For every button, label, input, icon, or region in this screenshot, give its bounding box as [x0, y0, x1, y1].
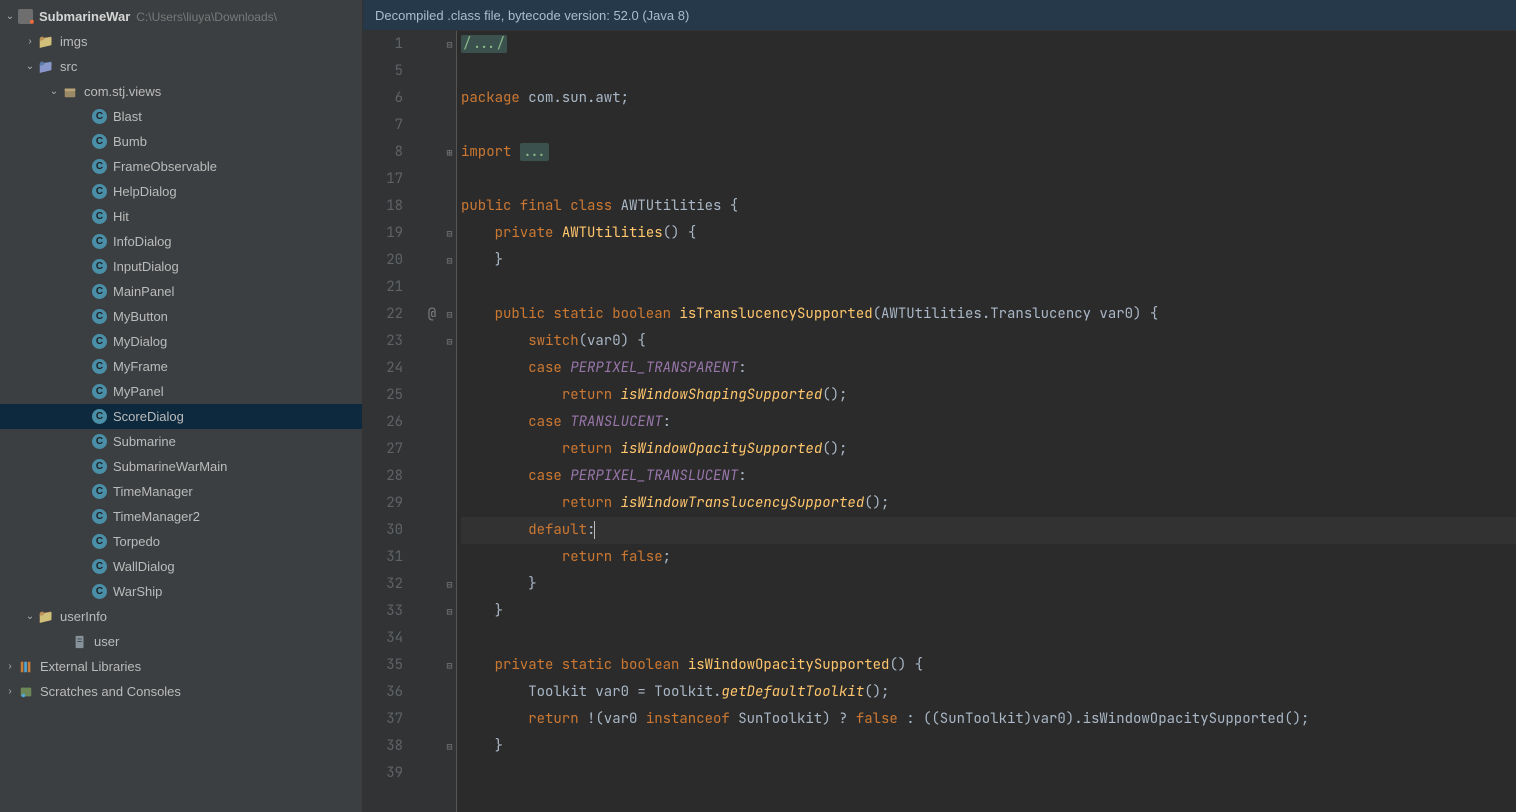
class-icon: C: [92, 434, 107, 449]
tree-package[interactable]: ⌄ com.stj.views: [0, 79, 362, 104]
library-icon: [18, 659, 34, 675]
class-icon: C: [92, 384, 107, 399]
tree-folder-src[interactable]: ⌄ src: [0, 54, 362, 79]
tree-class-timemanager[interactable]: C TimeManager: [0, 479, 362, 504]
chevron-right-icon[interactable]: ›: [24, 36, 36, 47]
editor-pane: Decompiled .class file, bytecode version…: [363, 0, 1516, 812]
class-label: Torpedo: [113, 534, 160, 549]
tree-class-mybutton[interactable]: C MyButton: [0, 304, 362, 329]
tree-class-scoredialog[interactable]: C ScoreDialog: [0, 404, 362, 429]
class-icon: C: [92, 359, 107, 374]
tree-scratches[interactable]: › Scratches and Consoles: [0, 679, 362, 704]
class-label: TimeManager: [113, 484, 193, 499]
class-label: SubmarineWarMain: [113, 459, 227, 474]
class-icon: C: [92, 484, 107, 499]
class-icon: C: [92, 134, 107, 149]
tree-class-warship[interactable]: C WarShip: [0, 579, 362, 604]
class-label: InfoDialog: [113, 234, 172, 249]
project-icon: [18, 9, 33, 24]
class-label: Bumb: [113, 134, 147, 149]
tree-folder-userinfo[interactable]: ⌄ userInfo: [0, 604, 362, 629]
class-label: WallDialog: [113, 559, 175, 574]
class-label: InputDialog: [113, 259, 179, 274]
tree-class-mypanel[interactable]: C MyPanel: [0, 379, 362, 404]
tree-class-walldialog[interactable]: C WallDialog: [0, 554, 362, 579]
tree-class-myframe[interactable]: C MyFrame: [0, 354, 362, 379]
code-content[interactable]: /.../ package com.sun.awt; import ... pu…: [457, 31, 1516, 812]
class-icon: C: [92, 409, 107, 424]
class-icon: C: [92, 334, 107, 349]
gutter-marks[interactable]: @: [421, 31, 443, 812]
class-label: Blast: [113, 109, 142, 124]
chevron-down-icon[interactable]: ⌄: [24, 611, 36, 622]
tree-file-user[interactable]: user: [0, 629, 362, 654]
package-icon: [62, 84, 78, 100]
file-icon: [72, 634, 88, 650]
tree-class-torpedo[interactable]: C Torpedo: [0, 529, 362, 554]
code-editor[interactable]: 1567817181920212223242526272829303132333…: [363, 31, 1516, 812]
class-label: FrameObservable: [113, 159, 217, 174]
class-icon: C: [92, 559, 107, 574]
tree-class-infodialog[interactable]: C InfoDialog: [0, 229, 362, 254]
class-label: HelpDialog: [113, 184, 177, 199]
chevron-right-icon[interactable]: ›: [4, 686, 16, 697]
class-icon: C: [92, 259, 107, 274]
project-root[interactable]: ⌄ SubmarineWar C:\Users\liuya\Downloads\: [0, 4, 362, 29]
class-label: MyPanel: [113, 384, 164, 399]
tree-class-mainpanel[interactable]: C MainPanel: [0, 279, 362, 304]
chevron-down-icon[interactable]: ⌄: [48, 86, 60, 97]
tree-class-frameobservable[interactable]: C FrameObservable: [0, 154, 362, 179]
class-label: MyFrame: [113, 359, 168, 374]
class-label: MainPanel: [113, 284, 174, 299]
class-icon: C: [92, 159, 107, 174]
class-icon: C: [92, 209, 107, 224]
class-label: WarShip: [113, 584, 162, 599]
chevron-right-icon[interactable]: ›: [4, 661, 16, 672]
class-icon: C: [92, 509, 107, 524]
project-path: C:\Users\liuya\Downloads\: [136, 10, 277, 24]
folder-icon: [38, 609, 54, 625]
class-label: ScoreDialog: [113, 409, 184, 424]
tree-class-submarine[interactable]: C Submarine: [0, 429, 362, 454]
fold-gutter[interactable]: ⊟⊞⊟⊟⊟⊟⊟⊟⊟⊟: [443, 31, 457, 812]
class-icon: C: [92, 534, 107, 549]
tree-folder-imgs[interactable]: › imgs: [0, 29, 362, 54]
chevron-down-icon[interactable]: ⌄: [24, 61, 36, 72]
class-label: MyDialog: [113, 334, 167, 349]
tree-class-timemanager2[interactable]: C TimeManager2: [0, 504, 362, 529]
class-label: Hit: [113, 209, 129, 224]
tree-class-mydialog[interactable]: C MyDialog: [0, 329, 362, 354]
tree-class-helpdialog[interactable]: C HelpDialog: [0, 179, 362, 204]
class-icon: C: [92, 234, 107, 249]
line-number-gutter[interactable]: 1567817181920212223242526272829303132333…: [363, 31, 421, 812]
folder-icon: [38, 59, 54, 75]
tree-class-submarinewarmain[interactable]: C SubmarineWarMain: [0, 454, 362, 479]
class-icon: C: [92, 284, 107, 299]
class-icon: C: [92, 584, 107, 599]
project-name: SubmarineWar: [39, 9, 130, 24]
class-label: TimeManager2: [113, 509, 200, 524]
class-icon: C: [92, 459, 107, 474]
class-label: Submarine: [113, 434, 176, 449]
class-icon: C: [92, 184, 107, 199]
tree-external-libraries[interactable]: › External Libraries: [0, 654, 362, 679]
chevron-down-icon[interactable]: ⌄: [4, 11, 16, 22]
scratch-icon: [18, 684, 34, 700]
folder-icon: [38, 34, 54, 50]
project-tree[interactable]: ⌄ SubmarineWar C:\Users\liuya\Downloads\…: [0, 0, 363, 812]
tree-class-blast[interactable]: C Blast: [0, 104, 362, 129]
decompile-notification: Decompiled .class file, bytecode version…: [363, 0, 1516, 31]
class-icon: C: [92, 309, 107, 324]
tree-class-hit[interactable]: C Hit: [0, 204, 362, 229]
class-label: MyButton: [113, 309, 168, 324]
class-icon: C: [92, 109, 107, 124]
tree-class-inputdialog[interactable]: C InputDialog: [0, 254, 362, 279]
tree-class-bumb[interactable]: C Bumb: [0, 129, 362, 154]
